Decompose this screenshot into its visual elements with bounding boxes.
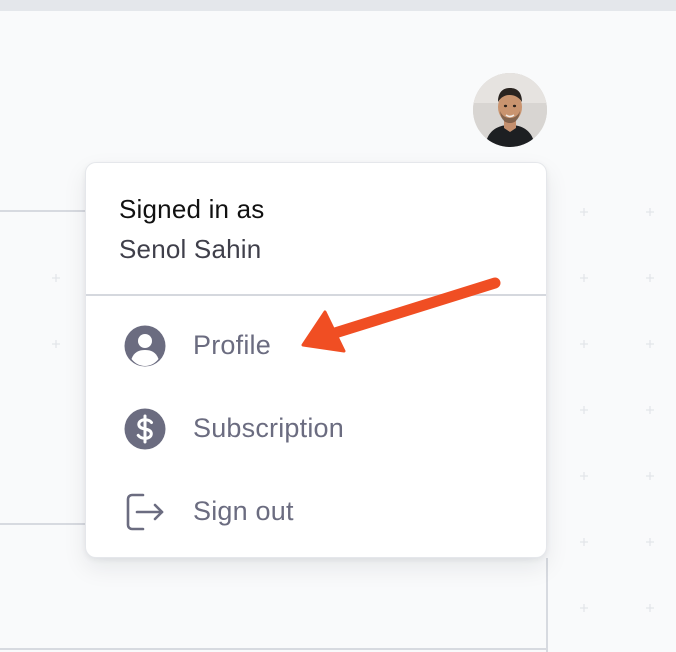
avatar-photo [473,73,547,147]
user-avatar[interactable] [473,73,547,147]
menu-item-subscription[interactable]: Subscription [86,392,546,464]
user-circle-icon [123,324,167,368]
sign-out-icon [123,490,167,534]
menu-item-label: Sign out [193,496,294,526]
user-dropdown-menu: Signed in as Senol Sahin Profile Subscri… [85,162,547,558]
user-name: Senol Sahin [119,234,262,264]
menu-item-label: Subscription [193,413,344,443]
menu-item-label: Profile [193,330,271,360]
menu-divider [86,294,546,296]
menu-header: Signed in as Senol Sahin [86,163,546,295]
menu-item-sign-out[interactable]: Sign out [86,475,546,547]
dollar-circle-icon [123,407,167,451]
menu-item-profile[interactable]: Profile [86,309,546,381]
signed-in-label: Signed in as [119,194,265,224]
